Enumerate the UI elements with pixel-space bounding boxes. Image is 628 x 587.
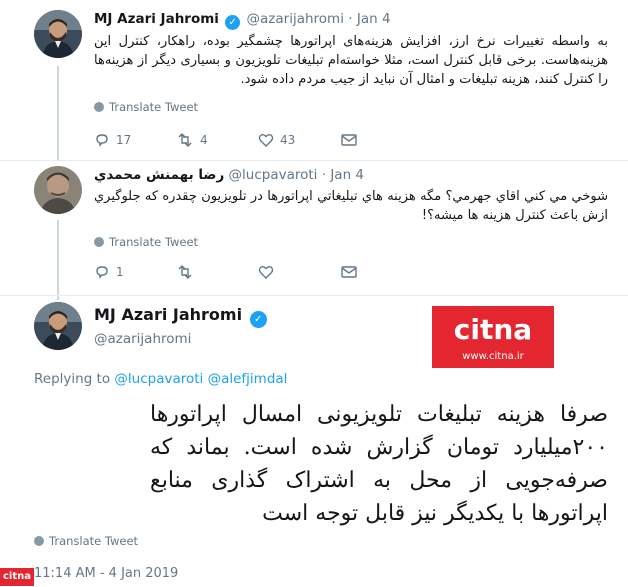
globe-icon (94, 237, 104, 247)
tweet-item[interactable]: MJ Azari Jahromi ✓ @azarijahromi · Jan 4… (0, 0, 628, 160)
tweet-text: شوخي مي كني اقاي جهرمي؟ مگه هزينه هاي تب… (94, 189, 608, 223)
like-button[interactable] (258, 264, 280, 280)
reply-button[interactable]: 1 (94, 264, 124, 280)
tweet-actions: 1 (94, 264, 514, 284)
tweet-date[interactable]: Jan 4 (357, 11, 391, 27)
translate-label: Translate Tweet (49, 534, 139, 548)
logo-url-text: www.citna.ir (462, 351, 524, 362)
divider (0, 295, 628, 296)
translate-label: Translate Tweet (109, 235, 199, 249)
envelope-icon (341, 134, 357, 146)
author-name[interactable]: MJ Azari Jahromi (94, 11, 219, 27)
retweet-icon (178, 265, 192, 279)
globe-icon (94, 102, 104, 112)
verified-badge-icon: ✓ (249, 311, 267, 328)
citna-logo: citna www.citna.ir (432, 306, 554, 368)
translate-tweet-link[interactable]: Translate Tweet (34, 534, 138, 548)
retweet-icon (178, 133, 192, 147)
watermark-logo: citna (0, 568, 34, 586)
verified-badge-icon: ✓ (225, 15, 241, 30)
globe-icon (34, 536, 44, 546)
retweet-button[interactable] (176, 264, 200, 280)
reply-count: 1 (116, 265, 124, 279)
avatar[interactable] (34, 10, 82, 58)
tweet-timestamp[interactable]: 11:14 AM - 4 Jan 2019 (34, 566, 178, 581)
envelope-icon (341, 266, 357, 278)
reply-count: 17 (116, 133, 132, 147)
tweet-date[interactable]: Jan 4 (330, 167, 364, 183)
reply-icon (96, 134, 108, 147)
author-name[interactable]: رضا بهمنش محمدي (94, 167, 224, 183)
translate-tweet-link[interactable]: Translate Tweet (94, 100, 198, 114)
author-name-text: MJ Azari Jahromi (94, 305, 243, 324)
retweet-button[interactable]: 4 (176, 132, 208, 148)
replying-prefix: Replying to (34, 371, 111, 387)
reply-icon (96, 266, 108, 279)
like-count: 43 (280, 133, 296, 147)
tweet-text: به واسطه تغییرات نرخ ارز، افزایش هزینه‌ه… (94, 34, 608, 87)
heart-icon (258, 266, 274, 279)
heart-icon (258, 134, 274, 147)
dm-button[interactable] (340, 264, 364, 280)
replying-to: Replying to @lucpavaroti @alefjimdal (34, 371, 287, 387)
tweet-item[interactable]: رضا بهمنش محمدي @lucpavaroti · Jan 4 شوخ… (0, 160, 628, 295)
logo-brand-text: citna (454, 313, 532, 346)
author-handle[interactable]: @lucpavaroti (229, 167, 318, 183)
replying-users-link[interactable]: @lucpavaroti @alefjimdal (114, 371, 287, 387)
avatar[interactable] (34, 302, 82, 350)
retweet-count: 4 (200, 133, 208, 147)
author-handle[interactable]: @azarijahromi (247, 11, 344, 27)
translate-tweet-link[interactable]: Translate Tweet (94, 235, 198, 249)
dm-button[interactable] (340, 132, 364, 148)
tweet-actions: 17 4 43 (94, 132, 514, 152)
separator-dot: · (321, 167, 327, 183)
tweet-header: رضا بهمنش محمدي @lucpavaroti · Jan 4 (94, 167, 364, 183)
like-button[interactable]: 43 (258, 132, 295, 148)
main-tweet-text: صرفا هزینه تبلیغات تلویزیونی امسال اپرات… (150, 402, 608, 526)
author-name[interactable]: MJ Azari Jahromi ✓ (94, 305, 269, 328)
translate-label: Translate Tweet (109, 100, 199, 114)
avatar[interactable] (34, 166, 82, 214)
separator-dot: · (348, 11, 353, 27)
reply-button[interactable]: 17 (94, 132, 131, 148)
tweet-header: MJ Azari Jahromi ✓ @azarijahromi · Jan 4 (94, 11, 391, 30)
author-handle[interactable]: @azarijahromi (94, 331, 191, 347)
